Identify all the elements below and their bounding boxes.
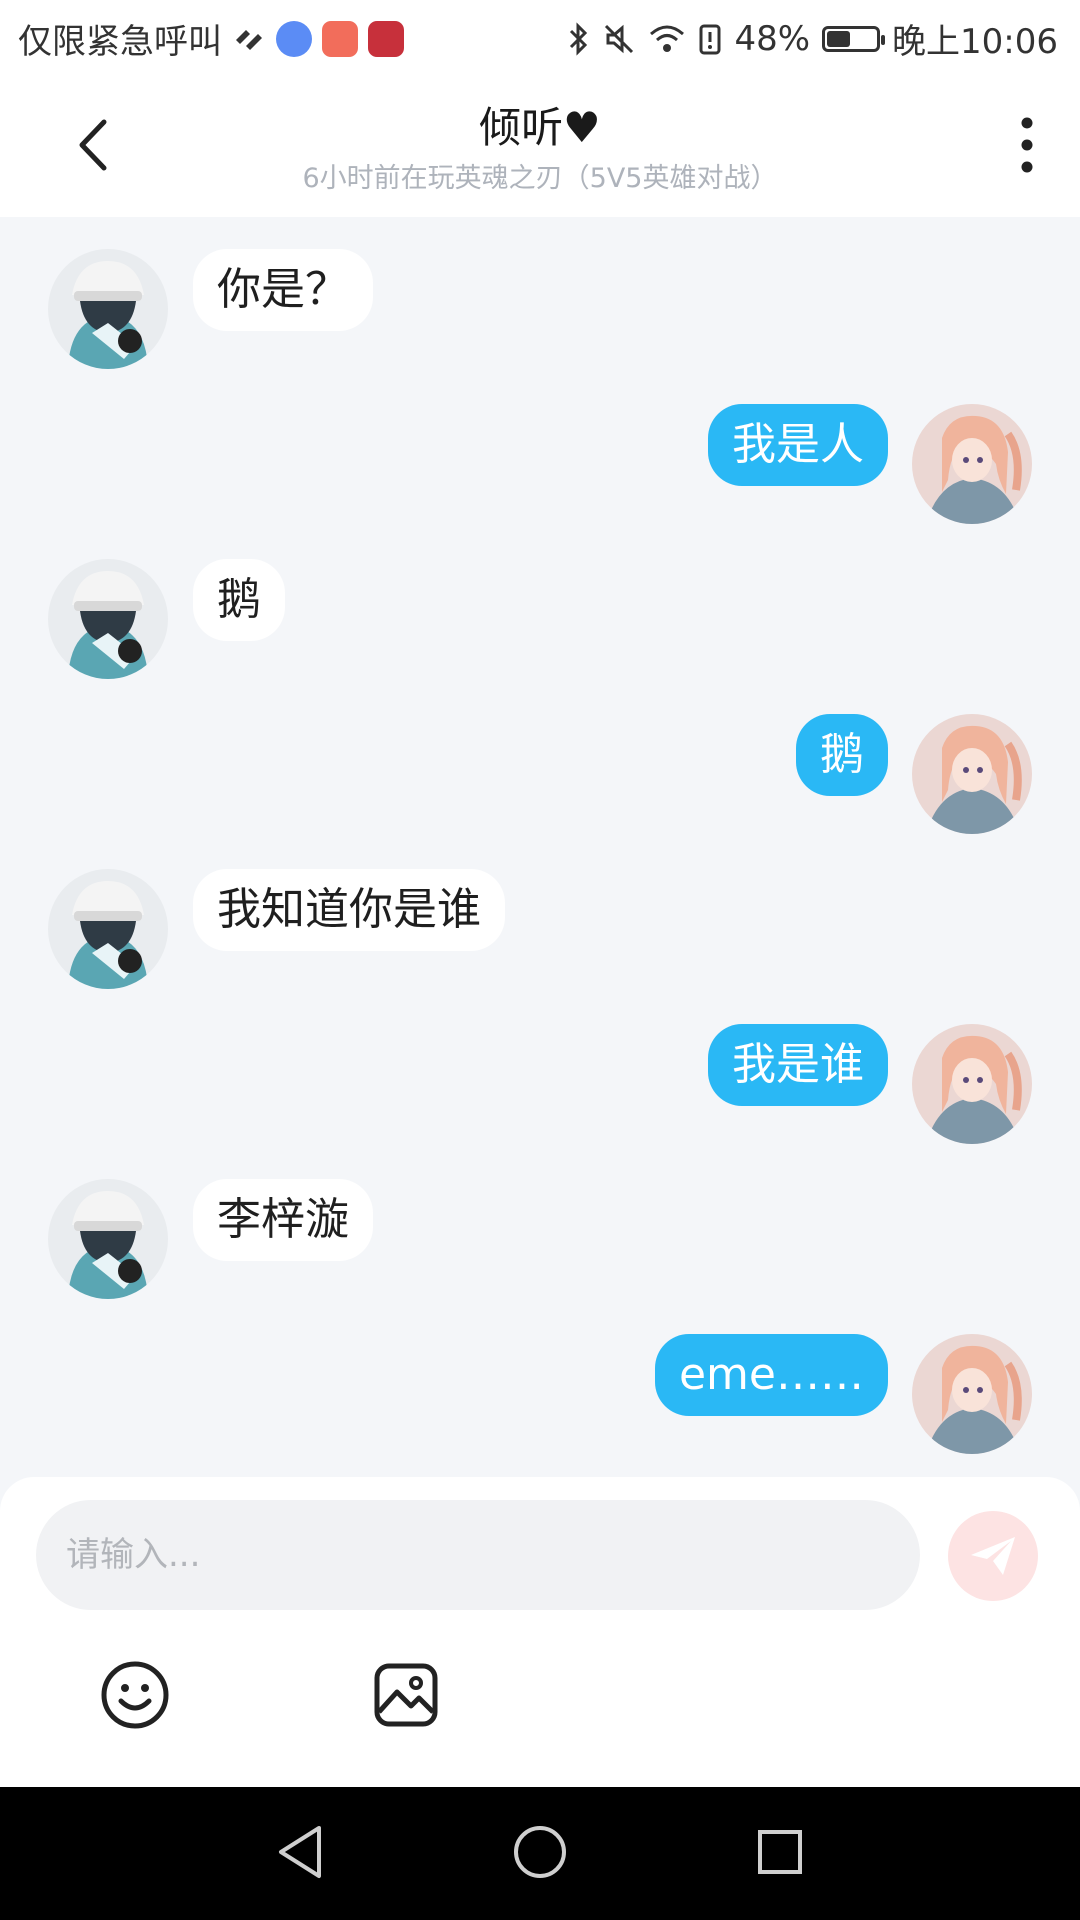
bluetooth-icon <box>568 21 590 56</box>
message-input[interactable] <box>36 1500 920 1610</box>
outgoing-message-bubble[interactable]: 鹅 <box>796 714 888 796</box>
chat-subtitle: 6小时前在玩英魂之刃（5V5英雄对战） <box>302 163 778 194</box>
outgoing-message-bubble[interactable]: 我是谁 <box>708 1024 888 1106</box>
incoming-message-bubble[interactable]: 你是？ <box>193 249 373 331</box>
recents-square-icon <box>758 1830 802 1874</box>
incoming-message-bubble[interactable]: 李梓漩 <box>193 1179 373 1261</box>
home-circle-icon <box>514 1826 566 1878</box>
my-avatar[interactable] <box>912 404 1032 524</box>
nav-recents-button[interactable] <box>745 1817 815 1887</box>
mute-icon <box>602 22 636 56</box>
incoming-message-bubble[interactable]: 鹅 <box>193 559 285 641</box>
music-app-icon <box>276 20 312 57</box>
douyin-app-icon <box>368 20 404 57</box>
contact-avatar[interactable] <box>48 869 168 989</box>
wifi-icon <box>648 24 686 54</box>
battery-percent: 48% <box>734 18 811 59</box>
chat-title: 倾听♥ <box>479 103 601 152</box>
chat-header: 倾听♥ 6小时前在玩英魂之刃（5V5英雄对战） <box>0 72 1080 217</box>
more-vertical-icon <box>1021 117 1033 173</box>
kuaishou-app-icon <box>322 20 358 57</box>
nav-home-button[interactable] <box>505 1817 575 1887</box>
outgoing-message-bubble[interactable]: eme…… <box>654 1334 888 1416</box>
battery-icon <box>822 25 886 52</box>
message-row: 我是人 <box>0 372 1080 524</box>
battery-alert-icon <box>698 22 722 56</box>
contact-avatar[interactable] <box>48 249 168 369</box>
message-row: 李梓漩 <box>0 1147 1080 1299</box>
signal-heart-icon <box>232 24 266 54</box>
status-left: 仅限紧急呼叫 <box>18 14 404 63</box>
nav-back-button[interactable] <box>265 1817 335 1887</box>
message-row: 你是？ <box>0 217 1080 369</box>
carrier-text: 仅限紧急呼叫 <box>18 22 222 62</box>
more-button[interactable] <box>1002 112 1052 178</box>
system-nav-bar <box>0 1787 1080 1920</box>
status-bar: 仅限紧急呼叫 48% 晚上10:06 <box>0 0 1080 72</box>
message-row: 我是谁 <box>0 992 1080 1144</box>
my-avatar[interactable] <box>912 1334 1032 1454</box>
message-row: 我知道你是谁 <box>0 837 1080 989</box>
send-icon <box>971 1537 1015 1575</box>
contact-avatar[interactable] <box>48 559 168 679</box>
back-triangle-icon <box>279 1826 321 1878</box>
send-button[interactable] <box>948 1511 1038 1601</box>
contact-avatar[interactable] <box>48 1179 168 1299</box>
message-row: 鹅 <box>0 682 1080 834</box>
incoming-message-bubble[interactable]: 我知道你是谁 <box>193 869 505 951</box>
image-button[interactable] <box>370 1659 442 1731</box>
emoji-icon <box>101 1661 169 1729</box>
status-right: 48% 晚上10:06 <box>568 14 1058 63</box>
clock: 晚上10:06 <box>892 22 1058 62</box>
message-list[interactable]: 你是？ 我是人 鹅 鹅 我知道你是谁 我是谁 李梓漩 eme…… <box>0 217 1080 1477</box>
message-row: 鹅 <box>0 527 1080 679</box>
my-avatar[interactable] <box>912 714 1032 834</box>
message-composer <box>0 1477 1080 1787</box>
message-row: eme…… <box>0 1302 1080 1454</box>
emoji-button[interactable] <box>99 1659 171 1731</box>
outgoing-message-bubble[interactable]: 我是人 <box>708 404 888 486</box>
my-avatar[interactable] <box>912 1024 1032 1144</box>
image-icon <box>374 1663 438 1727</box>
